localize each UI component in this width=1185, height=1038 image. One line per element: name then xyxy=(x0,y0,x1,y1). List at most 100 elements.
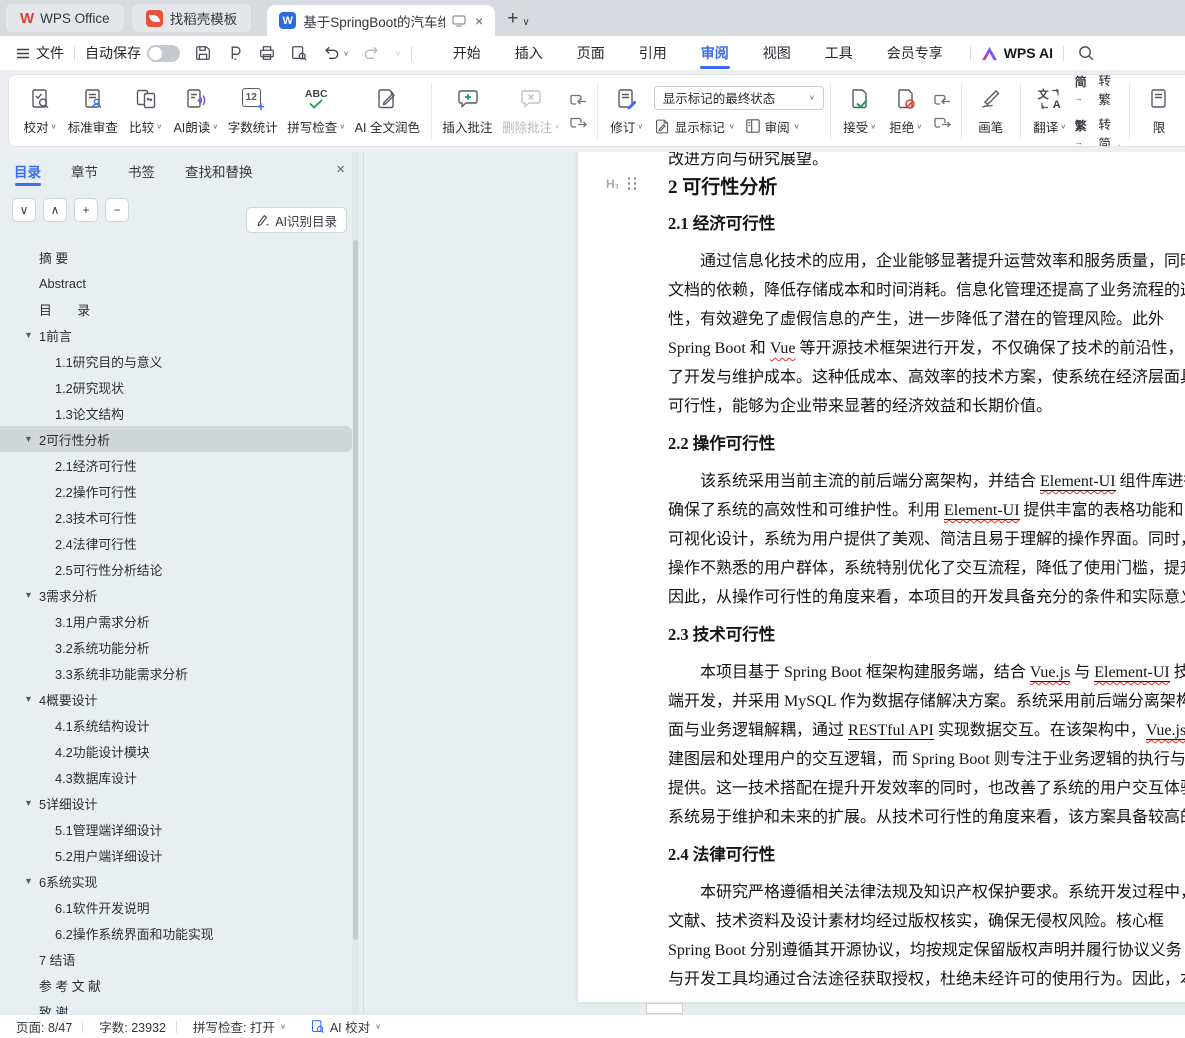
ai-recognize-toc-button[interactable]: AI识别目录 xyxy=(246,207,347,233)
toc-collapse-arrow-icon[interactable]: ▼ xyxy=(24,434,33,444)
toc-item[interactable]: 3.2系统功能分析 xyxy=(0,634,352,660)
menu-review[interactable]: 审阅 xyxy=(684,36,746,70)
toc-item[interactable]: 1.1研究目的与意义 xyxy=(0,348,352,374)
print-button[interactable] xyxy=(258,44,276,62)
page-indicator[interactable]: 页面: 8/47 xyxy=(16,1017,72,1036)
menu-reference[interactable]: 引用 xyxy=(622,36,684,70)
wps-ai-button[interactable]: WPS AI xyxy=(981,45,1053,61)
toc-zoom-in-button[interactable]: + xyxy=(74,198,98,222)
toc-item[interactable]: 摘 要 xyxy=(0,244,352,270)
export-pdf-button[interactable] xyxy=(226,44,244,62)
tab-document[interactable]: W 基于SpringBoot的汽车维修管 × xyxy=(267,5,495,36)
enter-mobile-view-icon[interactable] xyxy=(452,15,466,27)
toc-item[interactable]: ▼5详细设计 xyxy=(0,790,352,816)
markup-state-select[interactable]: 显示标记的最终状态 ∨ xyxy=(654,86,824,110)
doc-heading[interactable]: 2.4 法律可行性 xyxy=(668,842,1185,868)
doc-text-line[interactable]: 与开发工具均通过合法途径获取授权，杜绝未经许可的使用行为。因此，本 xyxy=(668,965,1185,994)
group-expand-icon[interactable]: ↘ xyxy=(1117,142,1125,148)
toc-item[interactable]: 2.4法律可行性 xyxy=(0,530,352,556)
autosave-toggle[interactable] xyxy=(147,45,180,62)
sidebar-tab-bookmarks[interactable]: 书签 xyxy=(128,152,155,190)
toc-item[interactable]: 5.1管理端详细设计 xyxy=(0,816,352,842)
tab-list-chevron-icon[interactable]: ∨ xyxy=(522,17,529,28)
toc-item[interactable]: 6.1软件开发说明 xyxy=(0,894,352,920)
toc-item[interactable]: 4.1系统结构设计 xyxy=(0,712,352,738)
search-button[interactable] xyxy=(1078,45,1095,62)
compare-button[interactable]: 比较∨ xyxy=(123,79,169,143)
review-pane-button[interactable]: 审阅∨ xyxy=(745,117,800,136)
redo-chevron-icon[interactable]: ∨ xyxy=(395,49,401,57)
sidebar-tab-sections[interactable]: 章节 xyxy=(71,152,98,190)
sidebar-scrollbar-thumb[interactable] xyxy=(353,240,358,940)
doc-text-line[interactable]: 文献、技术资料及设计素材均经过版权核实，确保无侵权风险。核心框 xyxy=(668,907,1185,936)
doc-text-line[interactable]: Spring Boot 和 Vue 等开源技术框架进行开发，不仅确保了技术的前沿… xyxy=(668,334,1185,363)
doc-text-line[interactable]: 提供。这一技术搭配在提升开发效率的同时，也改善了系统的用户交互体验 xyxy=(668,774,1185,803)
sidebar-tab-contents[interactable]: 目录 xyxy=(14,152,41,190)
toc-collapse-arrow-icon[interactable]: ▼ xyxy=(24,590,33,600)
menu-member[interactable]: 会员专享 xyxy=(870,36,960,70)
track-changes-button[interactable]: 修订∨ xyxy=(604,79,650,143)
doc-heading[interactable]: 2.1 经济可行性 xyxy=(668,211,1185,237)
doc-text-line[interactable]: Spring Boot 分别遵循其开源协议，均按规定保留版权声明并履行协议义务 xyxy=(668,936,1185,965)
standard-review-button[interactable]: 标准审查 xyxy=(63,79,123,143)
toc-item[interactable]: 1.2研究现状 xyxy=(0,374,352,400)
toc-collapse-arrow-icon[interactable]: ▼ xyxy=(24,694,33,704)
toc-item[interactable]: ▼2可行性分析 xyxy=(0,426,352,452)
menu-insert[interactable]: 插入 xyxy=(498,36,560,70)
spell-check-button[interactable]: ABC 拼写检查∨ xyxy=(283,79,350,143)
doc-text-line[interactable]: 端开发，并采用 MySQL 作为数据存储解决方案。系统采用前后端分离架构 xyxy=(668,687,1185,716)
restrict-edit-button[interactable]: 限 xyxy=(1136,79,1182,143)
next-comment-button[interactable] xyxy=(568,115,588,130)
file-menu[interactable]: 文件 xyxy=(16,43,64,63)
close-tab-icon[interactable]: × xyxy=(473,13,485,29)
toc-item[interactable]: 1.3论文结构 xyxy=(0,400,352,426)
word-count-button[interactable]: 12+ 字数统计 xyxy=(223,79,283,143)
doc-text-line[interactable]: 因此，从操作可行性的角度来看，本项目的开发具备充分的条件和实际意义 xyxy=(668,583,1185,612)
ai-proofread-status[interactable]: AI 校对∨ xyxy=(310,1017,381,1036)
tab-docer-templates[interactable]: 找稻壳模板 xyxy=(132,4,252,32)
doc-text-line[interactable]: 性，有效避免了虚假信息的产生，进一步降低了潜在的管理风险。此外 xyxy=(668,305,1185,334)
doc-heading[interactable]: 2.3 技术可行性 xyxy=(668,622,1185,648)
sidebar-tab-find-replace[interactable]: 查找和替换 xyxy=(185,152,253,190)
spell-check-status[interactable]: 拼写检查: 打开∨ xyxy=(193,1017,286,1036)
new-tab-button[interactable]: + xyxy=(507,8,518,30)
toc-item[interactable]: ▼6系统实现 xyxy=(0,868,352,894)
undo-button[interactable] xyxy=(322,45,340,61)
show-markup-button[interactable]: 显示标记∨ xyxy=(654,117,735,136)
toc-item[interactable]: 2.3技术可行性 xyxy=(0,504,352,530)
toc-collapse-arrow-icon[interactable]: ▼ xyxy=(24,798,33,808)
tab-wps-home[interactable]: W WPS Office xyxy=(6,4,124,32)
toc-item[interactable]: 4.2功能设计模块 xyxy=(0,738,352,764)
doc-text-line[interactable]: 本项目基于 Spring Boot 框架构建服务端，结合 Vue.js 与 El… xyxy=(668,658,1185,687)
ai-polish-button[interactable]: AI 全文润色 xyxy=(350,79,425,143)
translate-button[interactable]: 文A 翻译∨ xyxy=(1027,79,1073,143)
toc-item[interactable]: Abstract xyxy=(0,270,352,296)
print-preview-button[interactable] xyxy=(290,44,308,62)
toc-zoom-out-button[interactable]: − xyxy=(105,198,129,222)
sidebar-scrollbar[interactable] xyxy=(352,152,359,1014)
ai-read-button[interactable]: AI朗读∨ xyxy=(169,79,223,143)
toc-item[interactable]: 3.3系统非功能需求分析 xyxy=(0,660,352,686)
toc-item[interactable]: 7 结语 xyxy=(0,946,352,972)
toc-expand-button[interactable]: ∧ xyxy=(43,198,67,222)
reject-revision-button[interactable]: 拒绝∨ xyxy=(883,79,929,143)
word-count-indicator[interactable]: 字数: 23932 xyxy=(99,1017,166,1036)
proofread-button[interactable]: 校对∨ xyxy=(17,79,63,143)
toc-item[interactable]: 2.1经济可行性 xyxy=(0,452,352,478)
doc-text-line[interactable]: 建图层和处理用户的交互逻辑，而 Spring Boot 则专注于业务逻辑的执行与 xyxy=(668,745,1185,774)
doc-clipped-line[interactable]: 改进方向与研究展望。 xyxy=(668,152,1185,174)
doc-text-line[interactable]: 该系统采用当前主流的前后端分离架构，并结合 Element-UI 组件库进行 xyxy=(668,467,1185,496)
toc-item[interactable]: 致 谢 xyxy=(0,998,352,1014)
menu-home[interactable]: 开始 xyxy=(436,36,498,70)
previous-comment-button[interactable] xyxy=(568,92,588,107)
doc-text-line[interactable]: 通过信息化技术的应用，企业能够显著提升运营效率和服务质量，同时 xyxy=(668,247,1185,276)
menu-page[interactable]: 页面 xyxy=(560,36,622,70)
toc-item[interactable]: ▼1前言 xyxy=(0,322,352,348)
sidebar-close-icon[interactable]: × xyxy=(336,161,345,178)
menu-view[interactable]: 视图 xyxy=(746,36,808,70)
next-revision-button[interactable] xyxy=(932,115,952,130)
simplified-to-traditional-button[interactable]: 简→ 转繁 xyxy=(1075,74,1123,108)
doc-heading[interactable]: 2.2 操作可行性 xyxy=(668,431,1185,457)
doc-text-line[interactable]: 确保了系统的高效性和可维护性。利用 Element-UI 提供丰富的表格功能和 xyxy=(668,496,1185,525)
doc-text-line[interactable]: 系统易于维护和未来的扩展。从技术可行性的角度来看，该方案具备较高的 xyxy=(668,803,1185,832)
